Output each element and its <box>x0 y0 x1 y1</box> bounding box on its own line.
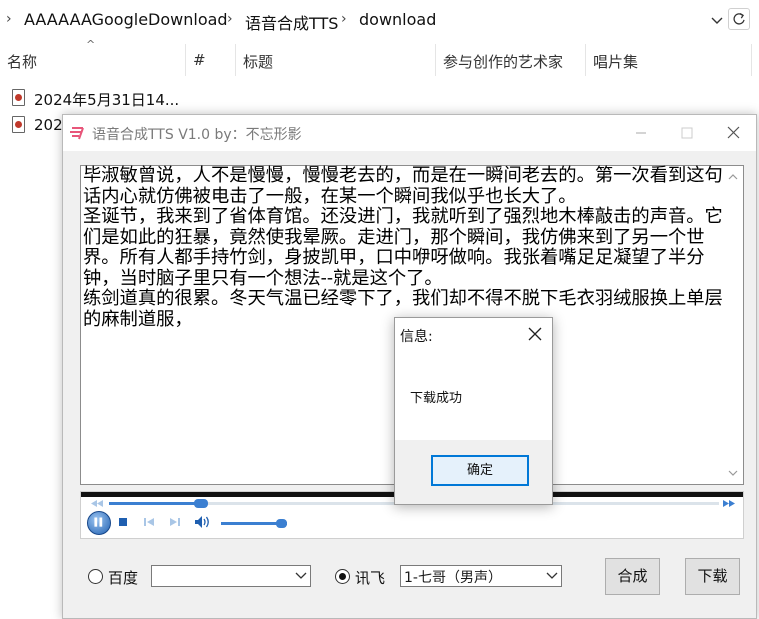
column-divider[interactable] <box>585 44 586 76</box>
chevron-right-icon: › <box>6 11 12 27</box>
sort-ascending-icon: ^ <box>86 38 96 51</box>
file-row[interactable]: 2024年5月31日14... <box>0 85 759 111</box>
stop-icon[interactable] <box>118 517 128 527</box>
audio-file-icon <box>12 89 25 106</box>
xunfei-voice-select[interactable]: 1-七哥（男声） <box>400 565 562 587</box>
dialog-body: 下载成功 <box>395 350 552 440</box>
seek-thumb[interactable] <box>194 499 208 508</box>
fast-forward-icon[interactable] <box>723 500 735 507</box>
minimize-icon[interactable] <box>618 115 664 151</box>
synthesize-button[interactable]: 合成 <box>605 558 660 595</box>
seek-progress <box>109 502 201 505</box>
refresh-icon[interactable] <box>728 8 750 30</box>
ok-button[interactable]: 确定 <box>431 455 529 486</box>
breadcrumb-item[interactable]: 语音合成TTS <box>245 10 338 34</box>
rewind-icon[interactable] <box>91 500 103 507</box>
xunfei-radio[interactable] <box>335 569 350 584</box>
column-header-artist[interactable]: 参与创作的艺术家 <box>443 51 563 72</box>
column-header-name[interactable]: 名称 <box>7 51 37 72</box>
vertical-scrollbar[interactable] <box>724 166 743 484</box>
pause-icon <box>94 517 103 527</box>
baidu-radio[interactable] <box>88 569 103 584</box>
column-header-number[interactable]: # <box>193 51 206 69</box>
column-header-album[interactable]: 唱片集 <box>593 51 638 72</box>
info-dialog: 信息: 下载成功 确定 <box>394 317 553 505</box>
scroll-up-icon[interactable] <box>728 174 738 180</box>
column-header-title[interactable]: 标题 <box>243 51 273 72</box>
volume-icon[interactable] <box>194 515 212 529</box>
pause-button[interactable] <box>87 511 111 535</box>
breadcrumb-item[interactable]: AAAAAAGoogleDownload <box>24 10 228 29</box>
close-icon[interactable] <box>710 115 756 151</box>
baidu-voice-select[interactable] <box>151 565 311 587</box>
dialog-titlebar[interactable]: 信息: <box>395 318 552 350</box>
column-divider[interactable] <box>235 44 236 76</box>
breadcrumb-item[interactable]: download <box>359 10 436 29</box>
audio-file-icon <box>12 116 25 133</box>
close-icon[interactable] <box>517 318 553 350</box>
column-divider[interactable] <box>751 44 752 76</box>
address-bar[interactable]: › AAAAAAGoogleDownload › 语音合成TTS › downl… <box>0 0 759 40</box>
chevron-down-icon <box>295 572 307 579</box>
column-header-row: 名称 # 标题 参与创作的艺术家 唱片集 <box>0 40 759 80</box>
baidu-label: 百度 <box>108 569 139 587</box>
xunfei-label: 讯飞 <box>355 569 386 587</box>
file-name: 2024年5月31日14... <box>34 91 180 109</box>
chevron-down-icon[interactable] <box>708 10 726 30</box>
previous-icon[interactable] <box>143 517 155 527</box>
chevron-right-icon: › <box>341 11 347 27</box>
window-title: 语音合成TTS V1.0 by：不忘形影 <box>92 127 302 143</box>
column-divider[interactable] <box>185 44 186 76</box>
xunfei-voice-value: 1-七哥（男声） <box>404 570 502 586</box>
next-icon[interactable] <box>169 517 181 527</box>
volume-thumb[interactable] <box>276 519 287 528</box>
column-divider[interactable] <box>435 44 436 76</box>
dialog-title: 信息: <box>400 329 433 345</box>
download-button[interactable]: 下载 <box>685 558 740 595</box>
window-titlebar[interactable]: 语音合成TTS V1.0 by：不忘形影 <box>63 115 756 151</box>
maximize-icon[interactable] <box>664 115 710 151</box>
chevron-down-icon <box>546 572 558 579</box>
dialog-message: 下载成功 <box>410 391 463 406</box>
tts-text: 毕淑敏曾说，人不是慢慢，慢慢老去的，而是在一瞬间老去的。第一次看到这句话内心就仿… <box>83 165 723 330</box>
chevron-right-icon: › <box>227 11 233 27</box>
scroll-down-icon[interactable] <box>728 470 738 476</box>
app-logo-icon <box>70 127 84 140</box>
